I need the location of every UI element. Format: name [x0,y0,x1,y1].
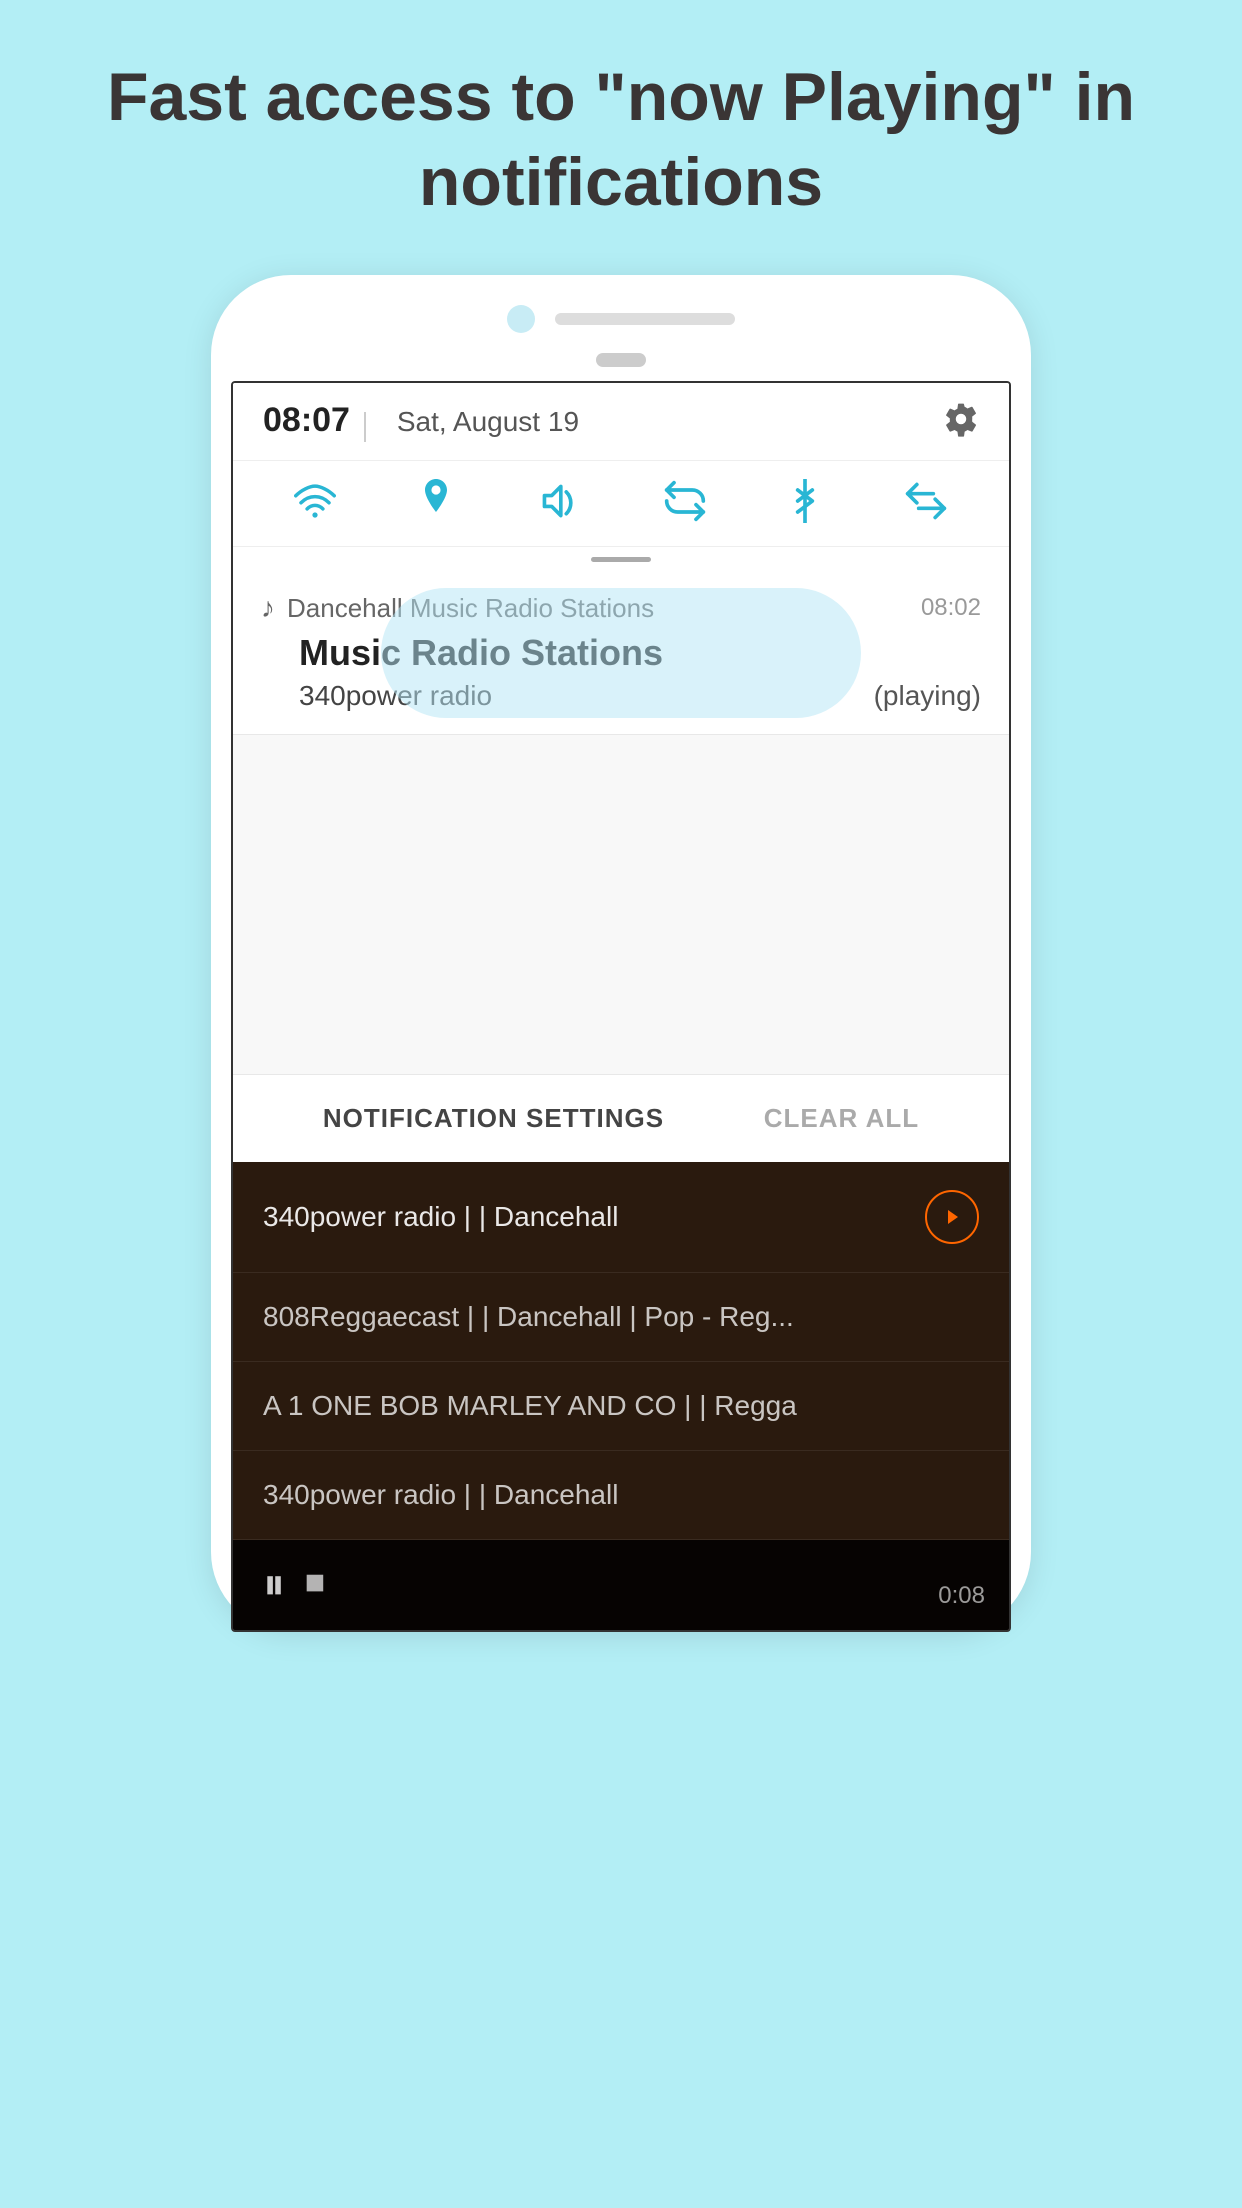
status-bar-left: 08:07 Sat, August 19 [263,401,579,442]
status-divider [364,412,366,442]
phone-home-button [596,353,646,367]
header-section: Fast access to "now Playing" in notifica… [0,0,1242,255]
quick-settings-row [233,461,1009,547]
notification-subtitle: 340power radio (playing) [261,680,981,712]
notification-empty-space [233,735,1009,1075]
clear-all-button[interactable]: CLEAR ALL [764,1103,919,1134]
notification-area: ♪ Dancehall Music Radio Stations 08:02 M… [233,572,1009,1162]
radio-item-label: 340power radio | | Dancehall [263,1479,979,1511]
radio-item-label: 340power radio | | Dancehall [263,1201,925,1233]
phone-frame: 08:07 Sat, August 19 [211,275,1031,1632]
drag-handle [233,547,1009,572]
radio-app-content: 340power radio | | Dancehall 808Reggaeca… [233,1162,1009,1630]
notification-station: 340power radio [299,680,492,712]
radio-item-label: 808Reggaecast | | Dancehall | Pop - Reg.… [263,1301,979,1333]
notification-settings-button[interactable]: NOTIFICATION SETTINGS [323,1103,664,1134]
notification-footer: NOTIFICATION SETTINGS CLEAR ALL [233,1075,1009,1162]
data-transfer-icon[interactable] [904,479,948,528]
play-button[interactable] [925,1190,979,1244]
radio-item-label: A 1 ONE BOB MARLEY AND CO | | Regga [263,1390,979,1422]
notification-app-name: Dancehall Music Radio Stations [287,593,909,624]
radio-list-item[interactable]: 808Reggaecast | | Dancehall | Pop - Reg.… [233,1273,1009,1362]
notification-item[interactable]: ♪ Dancehall Music Radio Stations 08:02 M… [233,572,1009,735]
wifi-icon[interactable] [294,483,336,524]
location-icon[interactable] [418,479,454,528]
phone-camera [507,305,535,333]
radio-list-item[interactable]: 340power radio | | Dancehall [233,1162,1009,1273]
bluetooth-icon[interactable] [789,479,821,528]
player-controls: ⏸ ⏹ [263,1560,325,1610]
notification-header: ♪ Dancehall Music Radio Stations 08:02 [261,592,981,624]
pause-button[interactable]: ⏸ [263,1560,285,1610]
drag-handle-bar [591,557,651,562]
header-title: Fast access to "now Playing" in notifica… [100,55,1142,225]
radio-list: 340power radio | | Dancehall 808Reggaeca… [233,1162,1009,1540]
notification-title: Music Radio Stations [261,632,981,674]
gear-icon[interactable] [943,401,979,442]
phone-top [231,305,1011,333]
player-time: 0:08 [938,1582,985,1610]
notification-playing-status: (playing) [874,680,981,712]
status-time: 08:07 [263,401,350,439]
status-bar: 08:07 Sat, August 19 [233,383,1009,461]
music-note-icon: ♪ [261,592,275,624]
phone-screen: 08:07 Sat, August 19 [231,381,1011,1632]
radio-list-item[interactable]: 340power radio | | Dancehall [233,1451,1009,1540]
phone-wrapper: 08:07 Sat, August 19 [0,275,1242,1632]
notification-time: 08:02 [921,594,981,622]
status-date: Sat, August 19 [397,406,579,437]
sync-icon[interactable] [663,479,707,528]
phone-speaker [555,313,735,325]
stop-button[interactable]: ⏹ [305,1560,325,1610]
radio-list-item[interactable]: A 1 ONE BOB MARLEY AND CO | | Regga [233,1362,1009,1451]
sound-icon[interactable] [537,481,581,526]
player-bar: ⏸ ⏹ 0:08 [233,1540,1009,1630]
